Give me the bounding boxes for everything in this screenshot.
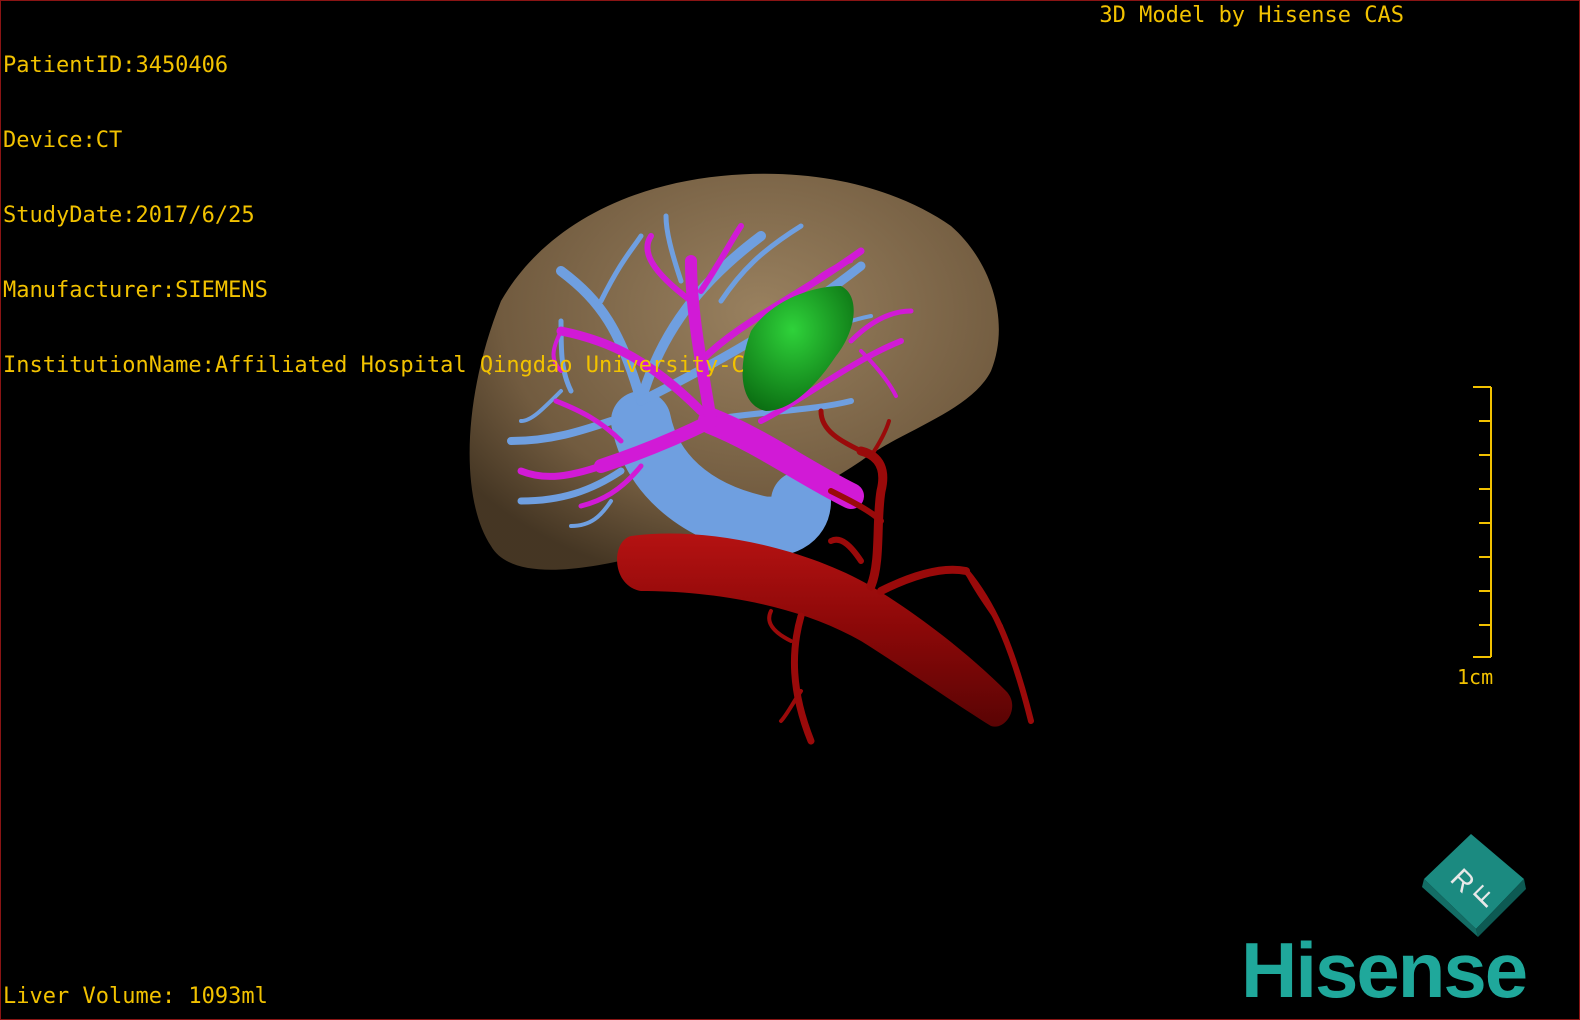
liver-volume-text: Liver Volume: 1093ml — [3, 984, 268, 1009]
model-credit-text: 3D Model by Hisense CAS — [1099, 3, 1404, 28]
3d-viewport[interactable]: PatientID:3450406 Device:CT StudyDate:20… — [0, 0, 1580, 1020]
patient-id-text: PatientID:3450406 — [3, 53, 229, 78]
manufacturer-text: Manufacturer:SIEMENS — [3, 278, 268, 303]
study-date-text: StudyDate:2017/6/25 — [3, 203, 255, 228]
scale-bar — [1473, 386, 1492, 658]
device-text: Device:CT — [3, 128, 123, 153]
scale-label: 1cm — [1457, 665, 1494, 689]
dicom-info-overlay: PatientID:3450406 Device:CT StudyDate:20… — [3, 3, 745, 428]
institution-text: InstitutionName:Affiliated Hospital Qing… — [3, 353, 745, 378]
hisense-logo: Hisense — [1241, 926, 1528, 1014]
